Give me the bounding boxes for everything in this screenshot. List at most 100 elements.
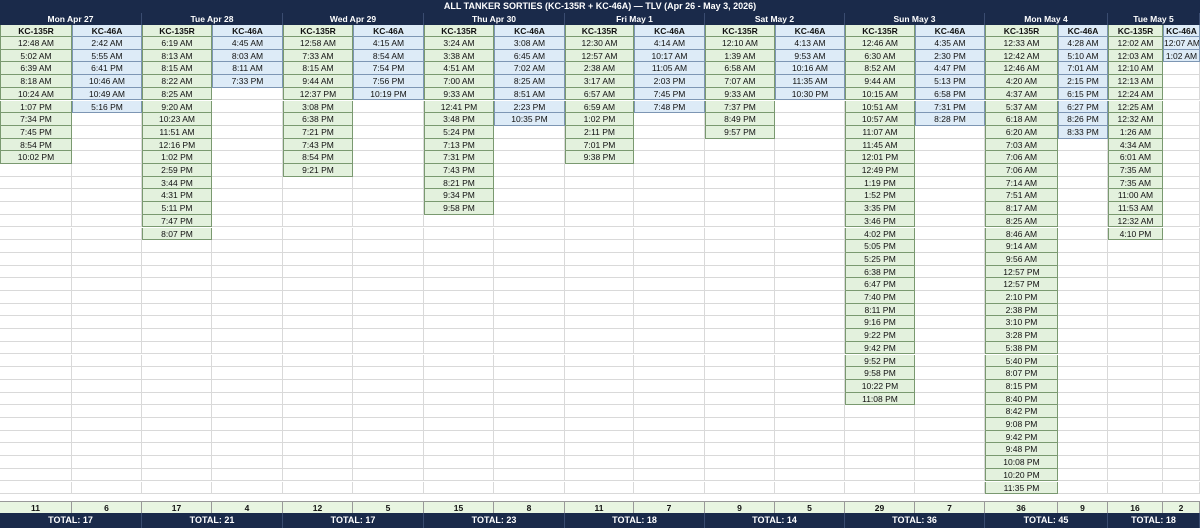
type-header-kc46a: KC-46A xyxy=(72,25,142,37)
sortie-time-kc135r: 12:46 AM xyxy=(985,62,1058,76)
sortie-time-kc135r: 12:32 AM xyxy=(1108,113,1163,126)
grid-cell xyxy=(775,100,845,114)
grid-cell xyxy=(0,240,72,253)
grid-cell xyxy=(72,227,142,241)
sortie-time-kc135r: 12:57 PM xyxy=(985,265,1058,279)
grid-cell xyxy=(565,176,634,190)
kc135r-count: 9 xyxy=(705,501,775,513)
grid-cell xyxy=(705,151,775,164)
sortie-time-kc135r: 8:40 PM xyxy=(985,392,1058,406)
grid-cell xyxy=(283,392,353,406)
grid-cell xyxy=(212,379,283,393)
grid-cell xyxy=(565,252,634,266)
grid-cell xyxy=(565,418,634,431)
grid-cell xyxy=(494,189,565,203)
grid-cell xyxy=(775,138,845,152)
grid-cell xyxy=(494,367,565,380)
grid-cell xyxy=(494,265,565,279)
grid-cell xyxy=(705,443,775,457)
grid-cell xyxy=(1108,405,1163,418)
grid-cell xyxy=(353,316,424,330)
grid-cell xyxy=(705,214,775,228)
grid-cell xyxy=(212,418,283,431)
grid-cell xyxy=(353,443,424,457)
kc46a-count: 8 xyxy=(494,501,565,513)
grid-cell xyxy=(915,392,985,406)
grid-cell xyxy=(142,341,212,355)
grid-cell xyxy=(1163,176,1200,190)
kc135r-count: 11 xyxy=(565,501,634,513)
grid-cell xyxy=(915,265,985,279)
grid-cell xyxy=(283,481,353,495)
sortie-time-kc135r: 6:20 AM xyxy=(985,125,1058,139)
grid-cell xyxy=(565,481,634,495)
grid-cell xyxy=(212,138,283,152)
grid-cell xyxy=(353,240,424,253)
sortie-time-kc135r: 4:31 PM xyxy=(142,189,212,203)
grid-cell xyxy=(565,291,634,304)
grid-cell xyxy=(705,481,775,495)
grid-cell xyxy=(565,214,634,228)
grid-cell xyxy=(353,430,424,444)
sortie-time-kc135r: 6:58 AM xyxy=(705,62,775,76)
sortie-time-kc135r: 8:11 PM xyxy=(845,303,915,317)
grid-cell xyxy=(72,481,142,495)
day-header: Mon May 4 xyxy=(985,13,1108,25)
sortie-time-kc46a: 7:45 PM xyxy=(634,87,705,101)
grid-cell xyxy=(424,354,494,368)
grid-cell xyxy=(1163,87,1200,101)
grid-cell xyxy=(634,265,705,279)
grid-cell xyxy=(424,291,494,304)
day-total: TOTAL: 17 xyxy=(0,513,142,528)
grid-cell xyxy=(0,252,72,266)
grid-cell xyxy=(1058,214,1108,228)
grid-cell xyxy=(494,202,565,215)
grid-cell xyxy=(775,341,845,355)
sortie-time-kc135r: 10:20 PM xyxy=(985,468,1058,482)
sortie-time-kc135r: 7:31 PM xyxy=(424,151,494,164)
grid-cell xyxy=(1163,303,1200,317)
grid-cell xyxy=(283,240,353,253)
sortie-time-kc135r: 10:57 AM xyxy=(845,113,915,126)
grid-cell xyxy=(72,265,142,279)
sortie-time-kc135r: 8:54 PM xyxy=(283,151,353,164)
grid-cell xyxy=(142,252,212,266)
grid-cell xyxy=(212,125,283,139)
sortie-time-kc135r: 9:14 AM xyxy=(985,240,1058,253)
grid-cell xyxy=(494,151,565,164)
sortie-time-kc46a: 10:16 AM xyxy=(775,62,845,76)
type-header-kc46a: KC-46A xyxy=(775,25,845,37)
grid-cell xyxy=(494,354,565,368)
day-total: TOTAL: 23 xyxy=(424,513,565,528)
grid-cell xyxy=(212,151,283,164)
grid-cell xyxy=(494,341,565,355)
sortie-time-kc135r: 8:25 AM xyxy=(142,87,212,101)
grid-cell xyxy=(424,418,494,431)
grid-cell xyxy=(212,456,283,469)
grid-cell xyxy=(1163,252,1200,266)
sortie-time-kc46a: 2:03 PM xyxy=(634,75,705,88)
grid-cell xyxy=(1058,379,1108,393)
grid-cell xyxy=(1058,291,1108,304)
sortie-time-kc135r: 12:25 AM xyxy=(1108,100,1163,114)
grid-cell xyxy=(915,125,985,139)
type-header-kc135r: KC-135R xyxy=(845,25,915,37)
sortie-time-kc135r: 10:51 AM xyxy=(845,100,915,114)
grid-cell xyxy=(1108,291,1163,304)
grid-cell xyxy=(705,316,775,330)
grid-cell xyxy=(283,252,353,266)
grid-cell xyxy=(705,430,775,444)
grid-cell xyxy=(634,379,705,393)
grid-cell xyxy=(634,303,705,317)
kc135r-count: 16 xyxy=(1108,501,1163,513)
grid-cell xyxy=(634,443,705,457)
grid-cell xyxy=(142,354,212,368)
grid-cell xyxy=(1058,240,1108,253)
grid-cell xyxy=(283,354,353,368)
grid-cell xyxy=(1163,443,1200,457)
grid-cell xyxy=(634,113,705,126)
grid-cell xyxy=(212,405,283,418)
grid-cell xyxy=(142,392,212,406)
grid-cell xyxy=(353,278,424,291)
grid-cell xyxy=(1108,278,1163,291)
